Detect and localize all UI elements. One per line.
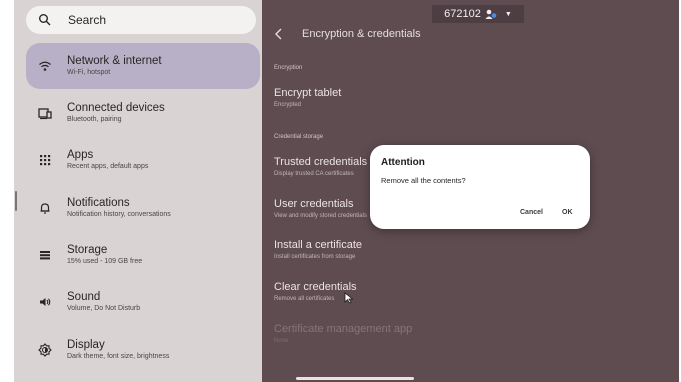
row-clear-credentials-subtitle: Remove all certificates xyxy=(274,296,335,302)
section-header-encryption: Encryption xyxy=(274,65,303,71)
sidebar-item-title: Connected devices xyxy=(67,102,165,114)
bell-icon xyxy=(40,203,50,214)
row-trusted-credentials-title[interactable]: Trusted credentials xyxy=(274,156,367,168)
sidebar-item-subtitle: Volume, Do Not Disturb xyxy=(67,305,141,312)
row-encrypt-tablet-subtitle: Encrypted xyxy=(274,102,302,108)
sidebar-item-subtitle: Wi-Fi, hotspot xyxy=(67,69,111,76)
attention-dialog: Attention Remove all the contents? Cance… xyxy=(370,145,590,229)
search-bar[interactable]: Search xyxy=(26,6,256,34)
row-encrypt-tablet-title[interactable]: Encrypt tablet xyxy=(274,87,341,99)
speaker-icon xyxy=(40,298,51,306)
row-install-certificate-title[interactable]: Install a certificate xyxy=(274,239,362,251)
page-title: Encryption & credentials xyxy=(302,28,421,40)
search-icon xyxy=(39,14,51,26)
back-arrow-icon[interactable] xyxy=(272,27,284,41)
dialog-title: Attention xyxy=(381,157,425,168)
devices-icon xyxy=(38,108,52,120)
sidebar-item-subtitle: Recent apps, default apps xyxy=(67,163,149,170)
sidebar-item-network[interactable]: Network & internet Wi-Fi, hotspot xyxy=(26,43,260,89)
sidebar-item-apps[interactable]: Apps Recent apps, default apps xyxy=(26,137,260,183)
sidebar-item-connected-devices[interactable]: Connected devices Bluetooth, pairing xyxy=(26,90,260,136)
status-text: 672102 xyxy=(444,8,481,20)
dialog-message: Remove all the contents? xyxy=(381,176,466,185)
sidebar-item-title: Network & internet xyxy=(67,55,162,67)
mouse-pointer-icon xyxy=(344,292,354,304)
sidebar-item-subtitle: Dark theme, font size, brightness xyxy=(67,353,170,360)
settings-sidebar: Search Network & internet Wi-Fi, hotspot… xyxy=(14,0,262,382)
search-label: Search xyxy=(68,13,107,27)
sidebar-item-title: Sound xyxy=(67,291,101,303)
user-profile-icon xyxy=(485,9,497,19)
section-header-credential-storage: Credential storage xyxy=(274,134,324,140)
sidebar-item-title: Notifications xyxy=(67,197,130,209)
status-indicator: 672102 ▼ xyxy=(432,5,524,23)
dropdown-arrow-icon: ▼ xyxy=(504,10,512,18)
sidebar-item-subtitle: Notification history, conversations xyxy=(67,211,171,218)
top-app-bar: Encryption & credentials xyxy=(272,24,421,44)
wifi-icon xyxy=(39,61,51,71)
sidebar-item-subtitle: Bluetooth, pairing xyxy=(67,116,122,123)
sidebar-item-sound[interactable]: Sound Volume, Do Not Disturb xyxy=(26,279,260,325)
ok-button[interactable]: OK xyxy=(562,209,573,216)
storage-icon xyxy=(40,251,50,260)
edge-handle xyxy=(15,191,17,211)
row-trusted-credentials-subtitle: Display trusted CA certificates xyxy=(274,171,354,177)
sidebar-item-storage[interactable]: Storage 15% used - 109 GB free xyxy=(26,232,260,278)
cancel-button[interactable]: Cancel xyxy=(520,209,543,216)
sidebar-item-title: Display xyxy=(67,339,105,351)
sidebar-item-title: Apps xyxy=(67,149,94,161)
row-user-credentials-title[interactable]: User credentials xyxy=(274,198,353,210)
row-install-certificate-subtitle: Install certificates from storage xyxy=(274,254,356,260)
sidebar-item-title: Storage xyxy=(67,244,108,256)
row-user-credentials-subtitle: View and modify stored credentials xyxy=(274,213,367,219)
sidebar-item-subtitle: 15% used - 109 GB free xyxy=(67,258,143,265)
row-certificate-management-subtitle: None xyxy=(274,338,289,344)
apps-grid-icon xyxy=(40,155,51,166)
gesture-nav-bar[interactable] xyxy=(296,377,414,380)
sidebar-item-notifications[interactable]: Notifications Notification history, conv… xyxy=(26,185,260,231)
row-certificate-management-title: Certificate management app xyxy=(274,323,413,335)
brightness-icon xyxy=(38,343,52,357)
sidebar-item-display[interactable]: Display Dark theme, font size, brightnes… xyxy=(26,327,260,373)
